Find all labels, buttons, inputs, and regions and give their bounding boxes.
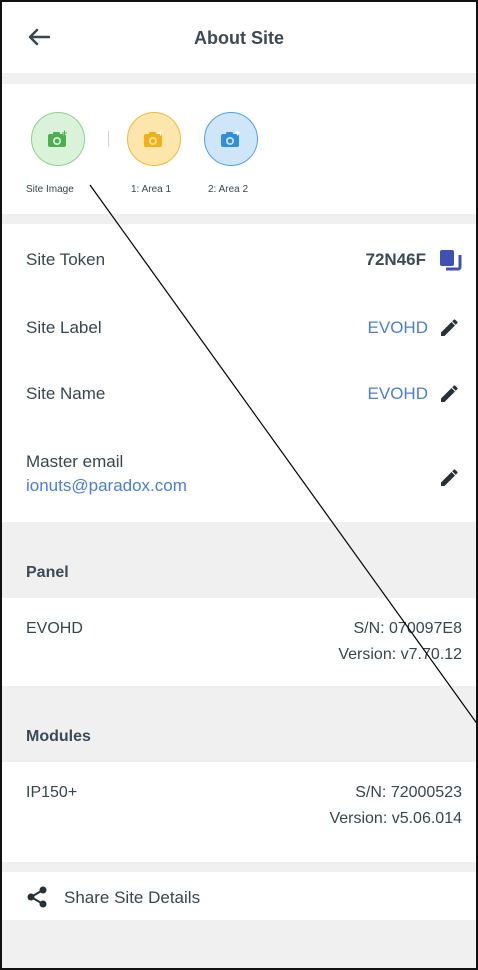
site-token-value: 72N46F [365,250,426,269]
site-token-label: Site Token [26,250,106,269]
site-name-value: EVOHD [367,384,428,403]
pencil-icon[interactable] [438,382,460,404]
master-email-value: ionuts@paradox.com [26,476,187,495]
camera-add-icon [144,130,163,147]
bottom-filler [0,920,478,970]
share-icon [27,886,47,908]
module-name: IP150+ [26,784,78,801]
site-label-row: Site Label EVOHD [0,298,478,364]
area-2-caption: 2: Area 2 [208,184,249,195]
site-label-value: EVOHD [367,318,428,337]
panel-section-header: Panel [0,522,478,598]
site-label-label: Site Label [26,318,102,337]
master-email-row: Master email ionuts@paradox.com [0,430,478,522]
site-token-row: Site Token 72N46F [0,224,478,298]
module-serial: S/N: 72000523 [355,784,462,801]
site-name-label: Site Name [26,384,106,403]
master-email-label: Master email [26,452,124,471]
site-image-button[interactable] [31,112,85,166]
panel-title: Panel [26,564,69,581]
image-separator [108,131,109,147]
module-version: Version: v5.06.014 [329,810,462,827]
divider [0,74,478,84]
area-2-image-button[interactable] [204,112,258,166]
site-image-caption: Site Image [26,184,74,195]
modules-section-header: Modules [0,686,478,762]
panel-row: EVOHD S/N: 070097E8 Version: v7.70.12 [0,598,478,686]
camera-add-icon [221,130,240,147]
copy-icon[interactable] [438,248,462,272]
panel-name: EVOHD [26,620,83,637]
app-header: About Site [0,0,478,74]
image-row: Site Image 1: Area 1 2: Area 2 [0,84,478,214]
module-row: IP150+ S/N: 72000523 Version: v5.06.014 [0,762,478,862]
divider [0,862,478,872]
panel-version: Version: v7.70.12 [338,646,462,663]
panel-serial: S/N: 070097E8 [353,620,462,637]
camera-add-icon [48,130,67,147]
site-name-row: Site Name EVOHD [0,364,478,430]
pencil-icon[interactable] [438,316,460,338]
share-site-details-button[interactable]: Share Site Details [0,872,478,920]
divider [0,214,478,224]
share-label: Share Site Details [64,888,201,907]
page-title: About Site [194,28,284,48]
pencil-icon[interactable] [438,466,460,488]
modules-title: Modules [26,728,91,745]
area-1-caption: 1: Area 1 [131,184,172,195]
area-1-image-button[interactable] [127,112,181,166]
